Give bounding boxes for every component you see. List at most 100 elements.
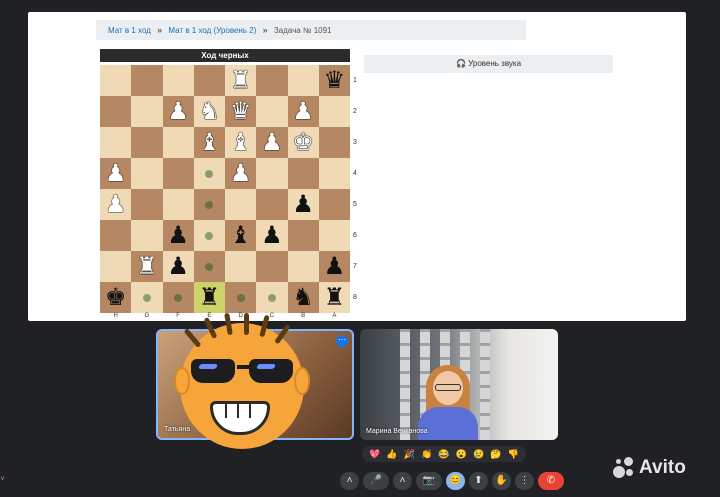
white-rook-piece[interactable]: ♜ — [230, 68, 252, 93]
black-pawn-piece[interactable]: ♟ — [261, 223, 283, 248]
board-square[interactable] — [162, 65, 194, 96]
move-hint-dot[interactable] — [205, 231, 214, 240]
board-square[interactable] — [256, 158, 288, 189]
board-square[interactable]: ♜ — [225, 65, 257, 96]
board-square[interactable]: ♚ — [100, 282, 132, 313]
board-square[interactable]: ♟ — [162, 251, 194, 282]
board-square[interactable]: ♚ — [287, 127, 319, 158]
board-square[interactable] — [162, 282, 194, 313]
board-square[interactable] — [162, 127, 194, 158]
board-square[interactable] — [318, 158, 350, 189]
board-square[interactable] — [318, 96, 350, 127]
white-pawn-piece[interactable]: ♟ — [230, 161, 252, 186]
reaction-emoji-button[interactable]: 😢 — [473, 449, 484, 459]
board-square[interactable] — [100, 251, 132, 282]
white-pawn-piece[interactable]: ♟ — [167, 99, 189, 124]
board-square[interactable]: ♟ — [318, 251, 350, 282]
board-square[interactable]: ♟ — [162, 220, 194, 251]
board-square[interactable] — [100, 220, 132, 251]
board-square[interactable] — [193, 158, 225, 189]
board-square[interactable]: ♛ — [318, 65, 350, 96]
camera-options-button[interactable]: ˄ — [393, 472, 412, 490]
reactions-button[interactable]: 😊 — [446, 472, 465, 490]
board-square[interactable] — [318, 127, 350, 158]
board-square[interactable]: ♝ — [193, 127, 225, 158]
board-square[interactable]: ♟ — [100, 158, 132, 189]
board-square[interactable] — [287, 220, 319, 251]
white-king-piece[interactable]: ♚ — [292, 130, 314, 155]
board-square[interactable] — [256, 189, 288, 220]
breadcrumb-link-mate-in-one[interactable]: Мат в 1 ход — [108, 26, 151, 35]
board-square[interactable] — [287, 65, 319, 96]
reaction-emoji-button[interactable]: 💖 — [369, 449, 380, 459]
board-square[interactable] — [256, 282, 288, 313]
white-pawn-piece[interactable]: ♟ — [105, 192, 127, 217]
leave-call-button[interactable]: ✆ — [538, 472, 564, 490]
white-bishop-piece[interactable]: ♝ — [199, 130, 221, 155]
reaction-emoji-button[interactable]: 🤔 — [490, 449, 501, 459]
reaction-emoji-button[interactable]: 🎉 — [404, 449, 415, 459]
board-square[interactable]: ♟ — [162, 96, 194, 127]
chess-board[interactable]: ♜ ♛ ♟ ♞ ♛ ♟ ♝ ♝ ♟ ♚ ♟ ♟ ♟ ♟ ♟ ♝ ♟ ♜ ♟ ♟ ♚ ♜ ♞ ♜ — [100, 65, 350, 313]
board-square[interactable] — [318, 189, 350, 220]
participant-tile-marina[interactable]: Марина Вечканова — [360, 329, 558, 440]
board-square[interactable] — [131, 65, 163, 96]
reaction-emoji-button[interactable]: 👎 — [508, 449, 519, 459]
board-square[interactable] — [100, 65, 132, 96]
board-square[interactable]: ♛ — [225, 96, 257, 127]
board-square[interactable] — [256, 96, 288, 127]
breadcrumb-link-level-2[interactable]: Мат в 1 ход (Уровень 2) — [168, 26, 256, 35]
board-square[interactable] — [100, 127, 132, 158]
move-hint-dot[interactable] — [142, 293, 151, 302]
more-options-icon[interactable]: ⋯ — [336, 335, 348, 347]
camera-button[interactable]: 📷 — [416, 472, 442, 490]
black-pawn-piece[interactable]: ♟ — [324, 254, 346, 279]
present-screen-button[interactable]: ⬆ — [469, 472, 488, 490]
board-square[interactable] — [225, 282, 257, 313]
more-options-button[interactable]: ⋮ — [515, 472, 534, 490]
move-hint-dot[interactable] — [236, 293, 245, 302]
board-square[interactable] — [193, 189, 225, 220]
board-square[interactable]: ♝ — [225, 220, 257, 251]
white-pawn-piece[interactable]: ♟ — [292, 99, 314, 124]
white-pawn-piece[interactable]: ♟ — [105, 161, 127, 186]
board-square[interactable]: ♟ — [287, 96, 319, 127]
board-square[interactable] — [193, 220, 225, 251]
board-square[interactable]: ♟ — [287, 189, 319, 220]
board-square[interactable] — [131, 158, 163, 189]
white-rook-piece[interactable]: ♜ — [136, 254, 158, 279]
reaction-emoji-button[interactable]: 👏 — [421, 449, 432, 459]
board-square[interactable]: ♜ — [193, 282, 225, 313]
reaction-emoji-button[interactable]: 😂 — [438, 449, 449, 459]
board-square[interactable]: ♜ — [318, 282, 350, 313]
black-rook-piece[interactable]: ♜ — [324, 285, 346, 310]
move-hint-dot[interactable] — [205, 262, 214, 271]
move-hint-dot[interactable] — [205, 200, 214, 209]
move-hint-dot[interactable] — [205, 169, 214, 178]
board-square[interactable] — [225, 189, 257, 220]
black-queen-piece[interactable]: ♛ — [324, 68, 346, 93]
raise-hand-button[interactable]: ✋ — [492, 472, 511, 490]
board-square[interactable] — [131, 189, 163, 220]
board-square[interactable]: ♟ — [256, 220, 288, 251]
black-knight-piece[interactable]: ♞ — [292, 285, 314, 310]
move-hint-dot[interactable] — [174, 293, 183, 302]
mic-options-button[interactable]: ˄ — [340, 472, 359, 490]
board-square[interactable] — [162, 189, 194, 220]
board-square[interactable]: ♟ — [225, 158, 257, 189]
white-bishop-piece[interactable]: ♝ — [230, 130, 252, 155]
board-square[interactable]: ♞ — [193, 96, 225, 127]
black-pawn-piece[interactable]: ♟ — [292, 192, 314, 217]
black-pawn-piece[interactable]: ♟ — [167, 223, 189, 248]
board-square[interactable] — [131, 127, 163, 158]
board-square[interactable] — [162, 158, 194, 189]
board-square[interactable] — [287, 251, 319, 282]
board-square[interactable] — [256, 65, 288, 96]
board-square[interactable] — [225, 251, 257, 282]
black-rook-piece[interactable]: ♜ — [199, 285, 221, 310]
board-square[interactable]: ♟ — [100, 189, 132, 220]
black-king-piece[interactable]: ♚ — [105, 285, 127, 310]
board-square[interactable] — [193, 251, 225, 282]
board-square[interactable] — [131, 220, 163, 251]
move-hint-dot[interactable] — [267, 293, 276, 302]
